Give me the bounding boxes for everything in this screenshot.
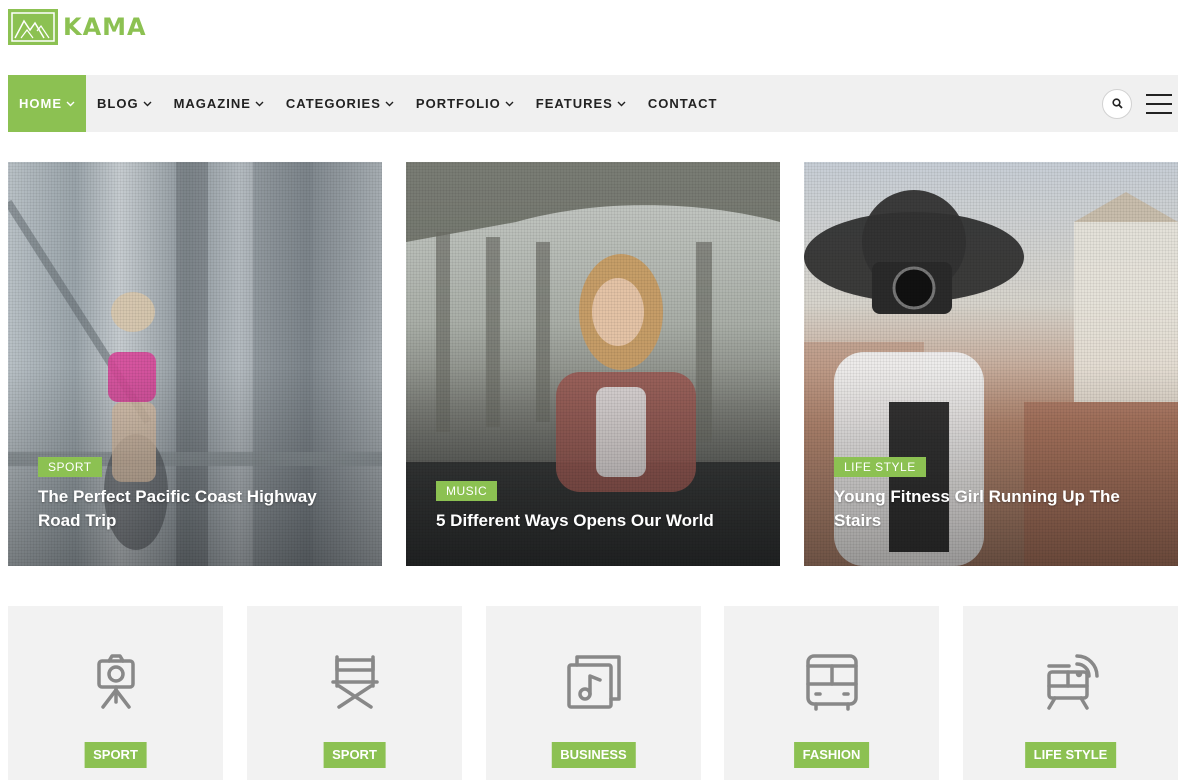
post-title[interactable]: 5 Different Ways Opens Our World: [436, 509, 750, 533]
search-button[interactable]: [1102, 88, 1132, 119]
category-tile[interactable]: LIFE STYLE: [963, 606, 1178, 780]
category-tag[interactable]: SPORT: [38, 457, 102, 477]
chevron-down-icon: [505, 101, 514, 107]
nav-item-magazine[interactable]: MAGAZINE: [163, 75, 275, 132]
bus-icon: [805, 654, 858, 711]
nav-item-contact[interactable]: CONTACT: [637, 75, 729, 132]
nav-item-label: CATEGORIES: [285, 96, 381, 111]
category-label: SPORT: [84, 742, 147, 768]
chevron-down-icon: [385, 101, 394, 107]
nav-item-label: HOME: [19, 96, 62, 111]
post-title[interactable]: Young Fitness Girl Running Up The Stairs: [834, 485, 1148, 533]
category-tile[interactable]: FASHION: [724, 606, 939, 780]
category-label: SPORT: [323, 742, 386, 768]
music-album-icon: [566, 655, 621, 709]
category-tag[interactable]: MUSIC: [436, 481, 498, 501]
chevron-down-icon: [66, 101, 75, 107]
featured-card[interactable]: SPORT The Perfect Pacific Coast Highway …: [8, 162, 382, 566]
hamburger-menu-icon[interactable]: [1146, 93, 1172, 114]
category-tile[interactable]: BUSINESS: [486, 606, 701, 780]
chevron-down-icon: [255, 101, 264, 107]
nav-item-label: CONTACT: [647, 96, 718, 111]
director-chair-icon: [330, 655, 379, 709]
category-label: LIFE STYLE: [1024, 742, 1117, 768]
nav-item-home[interactable]: HOME: [8, 75, 86, 132]
chevron-down-icon: [143, 101, 152, 107]
post-title[interactable]: The Perfect Pacific Coast Highway Road T…: [38, 485, 352, 533]
category-label: FASHION: [793, 742, 870, 768]
nav-item-portfolio[interactable]: PORTFOLIO: [405, 75, 525, 132]
nav-item-label: BLOG: [97, 96, 139, 111]
main-nav: HOME BLOG MAGAZINE CATEGORIES PORTFOLIO …: [8, 75, 1178, 132]
nav-item-categories[interactable]: CATEGORIES: [275, 75, 405, 132]
chevron-down-icon: [617, 101, 626, 107]
category-tile[interactable]: SPORT: [247, 606, 462, 780]
featured-card[interactable]: LIFE STYLE Young Fitness Girl Running Up…: [804, 162, 1178, 566]
camera-tripod-icon: [96, 654, 135, 709]
featured-posts: SPORT The Perfect Pacific Coast Highway …: [8, 162, 1178, 566]
category-tile[interactable]: SPORT: [8, 606, 223, 780]
category-tag[interactable]: LIFE STYLE: [834, 457, 926, 477]
nav-item-blog[interactable]: BLOG: [86, 75, 163, 132]
category-tiles: SPORT SPORT BUSINESS FASHION LIFE STYLE: [8, 606, 1178, 780]
search-icon: [1111, 98, 1123, 109]
mountain-logo-icon: [8, 9, 58, 45]
nav-item-features[interactable]: FEATURES: [525, 75, 637, 132]
site-name: KAMA: [63, 13, 147, 41]
category-label: BUSINESS: [551, 742, 636, 768]
nav-tools: [1102, 75, 1178, 132]
nav-item-label: FEATURES: [535, 96, 613, 111]
wifi-train-icon: [1046, 654, 1099, 710]
featured-card[interactable]: MUSIC 5 Different Ways Opens Our World: [406, 162, 780, 566]
site-logo[interactable]: KAMA: [8, 9, 147, 45]
nav-item-label: MAGAZINE: [173, 96, 251, 111]
nav-item-label: PORTFOLIO: [415, 96, 501, 111]
